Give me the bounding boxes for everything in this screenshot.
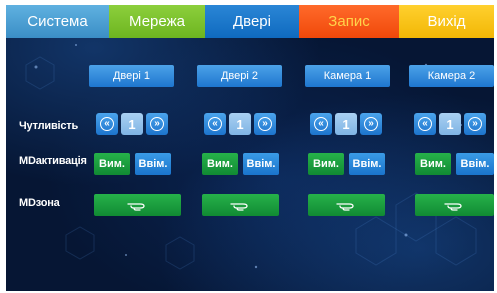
sensitivity-decrease-button[interactable]: « bbox=[204, 113, 226, 135]
md-on-button[interactable]: Ввім. bbox=[135, 153, 171, 175]
sensitivity-value: 1 bbox=[439, 113, 461, 135]
md-off-button[interactable]: Вим. bbox=[202, 153, 238, 175]
tab-doors[interactable]: Двері bbox=[205, 5, 299, 38]
md-zone-button[interactable] bbox=[94, 194, 181, 216]
hand-pointer-icon bbox=[335, 203, 354, 211]
hand-pointer-icon bbox=[126, 203, 145, 211]
double-chevron-left-icon: « bbox=[314, 117, 328, 131]
md-off-button[interactable]: Вим. bbox=[94, 153, 130, 175]
sensitivity-increase-button[interactable]: » bbox=[464, 113, 486, 135]
double-chevron-right-icon: » bbox=[150, 117, 164, 131]
tab-system[interactable]: Система bbox=[6, 5, 109, 38]
tab-network[interactable]: Мережа bbox=[109, 5, 205, 38]
column-camera-1[interactable]: Камера 1 bbox=[305, 65, 390, 87]
settings-screen: Система Мережа Двері Запис Вихід Двері 1… bbox=[6, 5, 494, 291]
double-chevron-right-icon: » bbox=[468, 117, 482, 131]
md-off-button[interactable]: Вим. bbox=[308, 153, 344, 175]
double-chevron-right-icon: » bbox=[258, 117, 272, 131]
top-tab-bar: Система Мережа Двері Запис Вихід bbox=[6, 5, 494, 38]
column-camera-2[interactable]: Камера 2 bbox=[409, 65, 494, 87]
double-chevron-left-icon: « bbox=[208, 117, 222, 131]
sensitivity-increase-button[interactable]: » bbox=[254, 113, 276, 135]
md-zone-button[interactable] bbox=[202, 194, 279, 216]
md-zone-label: MDзона bbox=[19, 197, 60, 209]
md-prefix: MD bbox=[19, 197, 36, 209]
md-prefix: MD bbox=[19, 155, 36, 167]
md-activation-text: активація bbox=[35, 155, 87, 167]
sensitivity-decrease-button[interactable]: « bbox=[414, 113, 436, 135]
sensitivity-label: Чутливість bbox=[19, 120, 79, 132]
md-on-button[interactable]: Ввім. bbox=[243, 153, 279, 175]
sensitivity-value: 1 bbox=[121, 113, 143, 135]
md-on-button[interactable]: Ввім. bbox=[456, 153, 494, 175]
column-door-1[interactable]: Двері 1 bbox=[89, 65, 174, 87]
background-decoration bbox=[25, 44, 477, 270]
md-activation-label: MDактивація bbox=[19, 155, 87, 167]
md-on-button[interactable]: Ввім. bbox=[349, 153, 385, 175]
double-chevron-left-icon: « bbox=[418, 117, 432, 131]
tab-exit[interactable]: Вихід bbox=[399, 5, 494, 38]
sensitivity-increase-button[interactable]: » bbox=[360, 113, 382, 135]
sensitivity-decrease-button[interactable]: « bbox=[310, 113, 332, 135]
sensitivity-decrease-button[interactable]: « bbox=[96, 113, 118, 135]
md-zone-button[interactable] bbox=[308, 194, 385, 216]
sensitivity-value: 1 bbox=[229, 113, 251, 135]
double-chevron-right-icon: » bbox=[364, 117, 378, 131]
sensitivity-increase-button[interactable]: » bbox=[146, 113, 168, 135]
md-off-button[interactable]: Вим. bbox=[415, 153, 451, 175]
sensitivity-value: 1 bbox=[335, 113, 357, 135]
hand-pointer-icon bbox=[229, 203, 248, 211]
md-zone-text: зона bbox=[35, 197, 60, 209]
tab-record[interactable]: Запис bbox=[299, 5, 399, 38]
md-zone-button[interactable] bbox=[415, 194, 494, 216]
column-door-2[interactable]: Двері 2 bbox=[197, 65, 282, 87]
double-chevron-left-icon: « bbox=[100, 117, 114, 131]
hand-pointer-icon bbox=[443, 203, 462, 211]
